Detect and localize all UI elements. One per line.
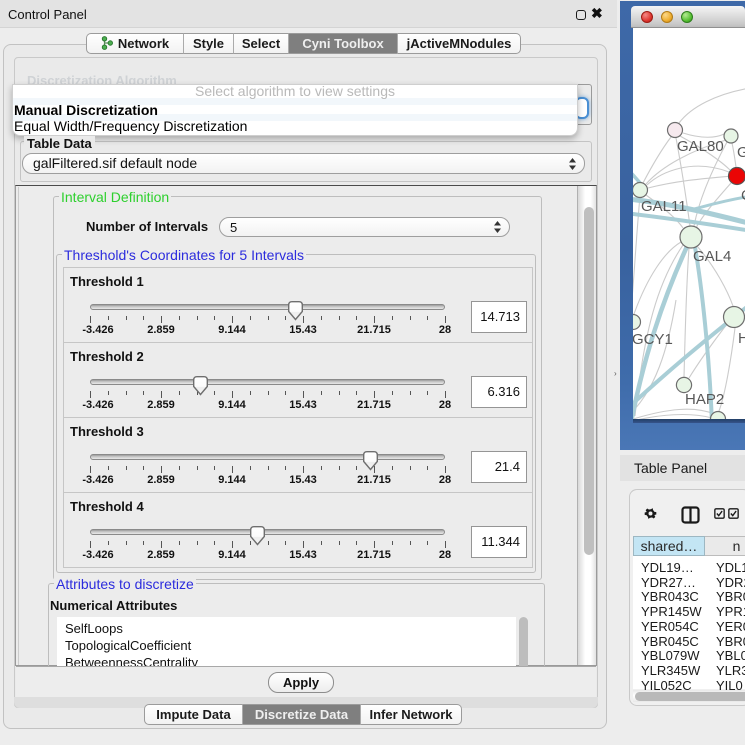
svg-text:GCY1: GCY1 (633, 331, 673, 348)
svg-text:HAP2: HAP2 (685, 391, 724, 408)
svg-text:GAL11: GAL11 (641, 198, 687, 215)
svg-text:GAL7: GAL7 (737, 144, 745, 161)
svg-text:CYC8: CYC8 (741, 187, 745, 204)
svg-text:GAL80: GAL80 (677, 138, 724, 155)
svg-text:GAL4: GAL4 (693, 248, 731, 265)
svg-text:HIS7: HIS7 (738, 330, 745, 347)
